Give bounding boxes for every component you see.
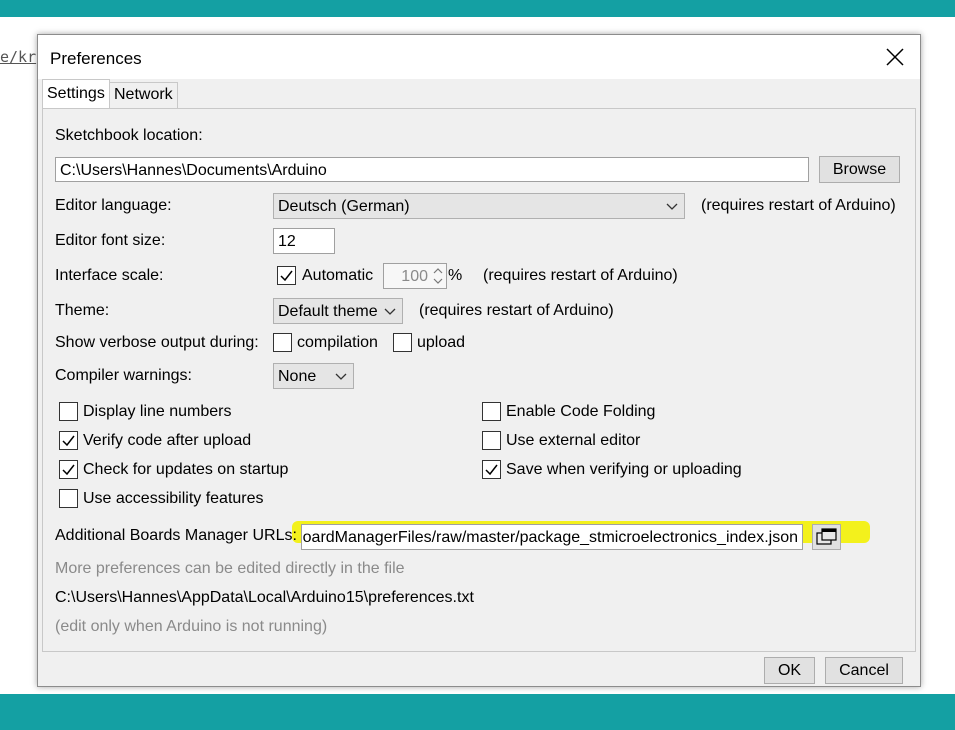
more-preferences-note: More preferences can be edited directly … bbox=[55, 560, 405, 577]
display-line-numbers-checkbox[interactable] bbox=[59, 402, 78, 421]
external-editor-label: Use external editor bbox=[506, 432, 641, 449]
font-size-input[interactable]: 12 bbox=[273, 228, 335, 254]
editor-language-value: Deutsch (German) bbox=[278, 198, 410, 215]
window-top-bar bbox=[0, 0, 955, 17]
automatic-scale-checkbox[interactable] bbox=[277, 266, 296, 285]
cancel-button[interactable]: Cancel bbox=[825, 657, 903, 684]
dialog-titlebar[interactable]: Preferences bbox=[38, 35, 920, 79]
display-line-numbers-label: Display line numbers bbox=[83, 403, 232, 420]
accessibility-checkbox[interactable] bbox=[59, 489, 78, 508]
verbose-compilation-checkbox[interactable] bbox=[273, 333, 292, 352]
close-button[interactable] bbox=[876, 41, 914, 73]
language-restart-note: (requires restart of Arduino) bbox=[701, 197, 896, 214]
boards-manager-urls-label: Additional Boards Manager URLs: bbox=[55, 527, 297, 544]
verify-after-upload-checkbox[interactable] bbox=[59, 431, 78, 450]
boards-manager-urls-value: BoardManagerFiles/raw/master/package_stm… bbox=[301, 529, 798, 546]
ok-button[interactable]: OK bbox=[764, 657, 815, 684]
checkmark-icon bbox=[485, 464, 498, 476]
scale-restart-note: (requires restart of Arduino) bbox=[483, 267, 678, 284]
chevron-down-icon bbox=[384, 308, 396, 315]
window-stack-icon bbox=[816, 528, 837, 545]
chevron-down-icon bbox=[666, 203, 678, 210]
code-folding-checkbox[interactable] bbox=[482, 402, 501, 421]
save-when-verifying-checkbox[interactable] bbox=[482, 460, 501, 479]
checkmark-icon bbox=[62, 435, 75, 447]
edit-urls-button[interactable] bbox=[812, 524, 841, 550]
preferences-file-path[interactable]: C:\Users\Hannes\AppData\Local\Arduino15\… bbox=[55, 589, 474, 607]
accessibility-label: Use accessibility features bbox=[83, 490, 264, 507]
sketchbook-label: Sketchbook location: bbox=[55, 127, 203, 144]
code-folding-label: Enable Code Folding bbox=[506, 403, 656, 420]
check-updates-label: Check for updates on startup bbox=[83, 461, 289, 478]
chevron-down-icon bbox=[335, 373, 347, 380]
automatic-label: Automatic bbox=[302, 267, 374, 284]
theme-label: Theme: bbox=[55, 302, 110, 319]
tab-network[interactable]: Network bbox=[109, 82, 178, 108]
external-editor-checkbox[interactable] bbox=[482, 431, 501, 450]
close-icon bbox=[886, 48, 904, 66]
checkmark-icon bbox=[280, 270, 293, 282]
editor-language-label: Editor language: bbox=[55, 197, 172, 214]
tab-bar: Settings Network bbox=[38, 79, 920, 109]
theme-select[interactable]: Default theme bbox=[273, 298, 403, 324]
verify-after-upload-label: Verify code after upload bbox=[83, 432, 252, 449]
font-size-label: Editor font size: bbox=[55, 232, 166, 249]
theme-value: Default theme bbox=[278, 303, 378, 320]
scale-unit: % bbox=[448, 267, 463, 284]
edit-when-not-running-note: (edit only when Arduino is not running) bbox=[55, 618, 328, 635]
verbose-compilation-label: compilation bbox=[297, 334, 378, 351]
verbose-upload-label: upload bbox=[417, 334, 466, 351]
checkmark-icon bbox=[62, 464, 75, 476]
background-link-fragment[interactable]: e/kr bbox=[0, 48, 36, 66]
interface-scale-label: Interface scale: bbox=[55, 267, 164, 284]
compiler-warnings-select[interactable]: None bbox=[273, 363, 354, 389]
verbose-upload-checkbox[interactable] bbox=[393, 333, 412, 352]
theme-restart-note: (requires restart of Arduino) bbox=[419, 302, 614, 319]
window-bottom-bar bbox=[0, 694, 955, 730]
editor-language-select[interactable]: Deutsch (German) bbox=[273, 193, 685, 219]
save-when-verifying-label: Save when verifying or uploading bbox=[506, 461, 742, 478]
browse-button[interactable]: Browse bbox=[819, 156, 900, 183]
verbose-label: Show verbose output during: bbox=[55, 334, 259, 351]
compiler-warnings-label: Compiler warnings: bbox=[55, 367, 192, 384]
spinner-arrows-icon[interactable] bbox=[432, 266, 444, 286]
dialog-title: Preferences bbox=[50, 49, 142, 68]
boards-manager-urls-input[interactable]: BoardManagerFiles/raw/master/package_stm… bbox=[301, 524, 803, 550]
check-updates-checkbox[interactable] bbox=[59, 460, 78, 479]
tab-settings[interactable]: Settings bbox=[42, 79, 110, 109]
compiler-warnings-value: None bbox=[278, 368, 317, 385]
sketchbook-location-input[interactable]: C:\Users\Hannes\Documents\Arduino bbox=[55, 157, 809, 182]
